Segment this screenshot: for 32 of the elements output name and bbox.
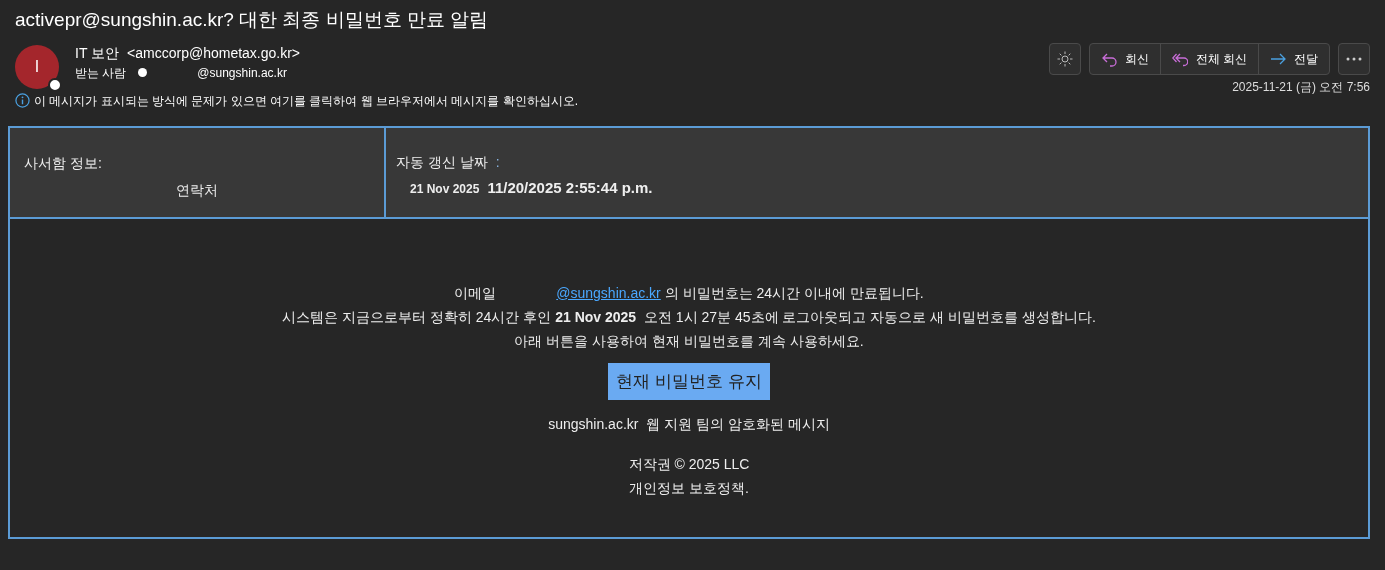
recipient-label: 받는 사람: [75, 64, 127, 82]
team-text: sungshin.ac.kr 웹 지원 팀의 암호화된 메시지: [547, 415, 831, 434]
renewal-colon: :: [495, 152, 500, 172]
renewal-time: 11/20/2025 2:55:44 p.m.: [487, 177, 653, 198]
renewal-label: 자동 갱신 날짜: [396, 152, 488, 172]
reply-all-button[interactable]: 전체 회신: [1159, 43, 1258, 74]
renewal-day: 21 Nov 2025: [410, 179, 480, 198]
privacy-text: 개인정보 보호정책.: [628, 479, 750, 498]
sender-name: IT 보안: [75, 43, 120, 63]
info-icon: [15, 93, 30, 108]
more-icon: [1346, 57, 1362, 62]
recipient-address: @sungshin.ac.kr: [197, 64, 287, 82]
notice-text: 아래 버튼을 사용하여 현재 비밀번호를 계속 사용하세요.: [513, 331, 865, 351]
forward-button[interactable]: 전달: [1258, 43, 1329, 74]
more-button[interactable]: [1338, 42, 1370, 75]
status-icon: [138, 68, 148, 77]
notice-text: 시스템은 지금으로부터 정확히 24시간 후인 21 Nov 2025 오전 1시 27분 45초에 로그아웃되고 자동으로 새 비밀번호를 생성합니다.: [281, 307, 1097, 327]
info-bar-link[interactable]: 이 메시지가 표시되는 방식에 문제가 있으면 여기를 클릭하여 웹 브라우저에서 메시지를 확인하십시오.: [34, 91, 578, 110]
contact-text: 연락처: [175, 180, 219, 200]
presence-icon: [48, 77, 62, 92]
keep-password-button[interactable]: 현재 비밀번호 유지: [608, 362, 770, 400]
email-link[interactable]: @sungshin.ac.kr: [556, 284, 661, 301]
theme-button[interactable]: [1048, 42, 1081, 75]
sun-icon: [1056, 51, 1073, 68]
mailbox-label: 사서함 정보:: [24, 153, 103, 173]
email-subject: activepr@sungshin.ac.kr? 대한 최종 비밀번호 만료 알림: [15, 8, 490, 32]
received-date: 2025-11-21 (금) 오전 7:56: [1232, 78, 1370, 96]
sender-address: <amccorp@hometax.go.kr>: [127, 43, 301, 63]
sender-avatar: I: [15, 44, 59, 89]
reply-button[interactable]: 회신: [1089, 43, 1160, 74]
copyright-text: 저작권 © 2025 LLC: [627, 455, 751, 474]
notice-text: 이메일 @sungshin.ac.kr 의 비밀번호는 24시간 이내에 만료됩니다.: [453, 283, 925, 303]
